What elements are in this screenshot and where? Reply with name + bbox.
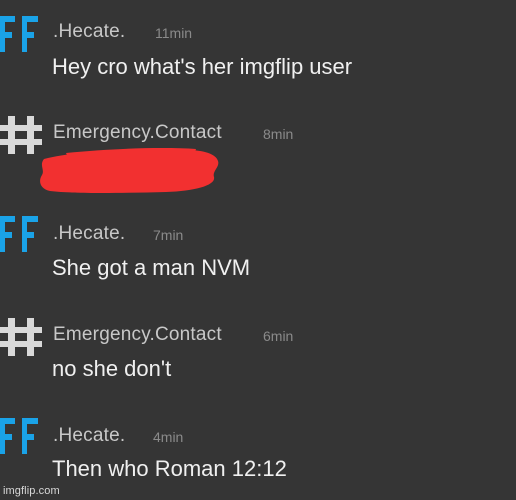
ff-icon[interactable] <box>0 212 42 254</box>
chat-message: .Hecate. 4min Then who Roman 12:12 <box>0 402 516 492</box>
message-timestamp: 6min <box>263 328 294 344</box>
message-text: Hey cro what's her imgflip user <box>52 54 353 79</box>
message-author[interactable]: .Hecate. <box>53 21 125 43</box>
message-author[interactable]: Emergency.Contact <box>53 122 222 144</box>
message-text: no she don't <box>52 356 172 381</box>
message-author[interactable]: .Hecate. <box>53 425 125 447</box>
message-text: Then who Roman 12:12 <box>52 456 287 481</box>
chat-log: .Hecate. 11min Hey cro what's her imgfli… <box>0 0 516 500</box>
message-text: She got a man NVM <box>52 255 251 280</box>
message-author[interactable]: .Hecate. <box>53 223 125 245</box>
message-timestamp: 8min <box>263 126 294 142</box>
message-author[interactable]: Emergency.Contact <box>53 324 222 346</box>
chat-message: .Hecate. 7min She got a man NVM <box>0 200 516 290</box>
hash-icon[interactable] <box>0 316 42 358</box>
message-timestamp: 7min <box>153 227 184 243</box>
chat-message: .Hecate. 11min Hey cro what's her imgfli… <box>0 0 516 90</box>
redaction-scribble <box>36 145 222 197</box>
ff-icon[interactable] <box>0 414 42 456</box>
ff-icon[interactable] <box>0 12 42 54</box>
message-timestamp: 11min <box>155 25 193 41</box>
watermark: imgflip.com <box>3 485 60 497</box>
message-timestamp: 4min <box>153 429 184 445</box>
chat-message: Emergency.Contact 6min no she don't <box>0 302 516 392</box>
